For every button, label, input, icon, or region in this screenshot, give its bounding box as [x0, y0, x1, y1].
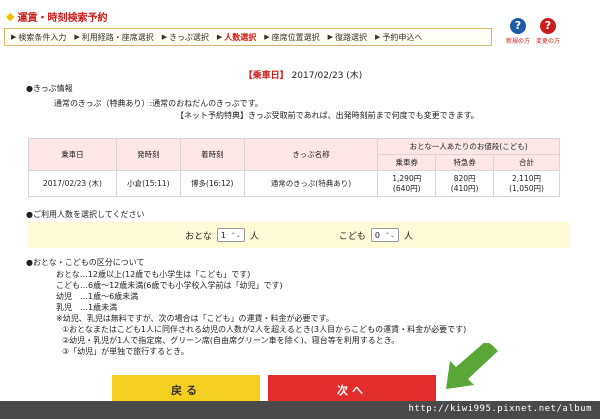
boarding-date: 【乗車日】 2017/02/23 (木)	[18, 68, 588, 81]
progress-steps: ▶ 検索条件入力 ▶ 利用経路・座席選択 ▶ きっぷ選択 ▶ 人数選択 ▶ 座席位置選択 ▶ 復路選択…	[4, 28, 492, 46]
adult-count-group: おとな 1 ⌃⌄ 人	[185, 228, 259, 242]
chevron-updown-icon: ⌃⌄	[384, 231, 395, 239]
fare-child: (640円)	[392, 183, 421, 193]
play-arrow-icon: ▶	[11, 33, 17, 41]
notes-heading: ●おとな・こどもの区分について	[26, 258, 145, 267]
adult-unit: 人	[249, 231, 259, 242]
child-count-group: こども 0 ⌃⌄ 人	[339, 228, 413, 242]
play-arrow-icon: ▶	[74, 33, 80, 41]
express-child: (410円)	[450, 183, 479, 193]
boarding-date-value: 2017/02/23 (木)	[291, 71, 363, 81]
note-line-1: こども…6歳～12歳未満(6歳でも小学校入学前は「幼児」です)	[56, 281, 283, 290]
note-line-7: ③「幼児」が単独で旅行するとき。	[62, 347, 189, 356]
table-header-row: 乗車日 発時刻 着時刻 きっぷ名称 おとな一人あたりのお値段(こども)	[28, 138, 560, 171]
play-arrow-icon: ▶	[161, 33, 168, 41]
note-line-6: ②幼児・乳児が1人で指定席、グリーン席(自由席グリーン車を除く)、寝台等を利用す…	[62, 336, 400, 345]
adult-count-value[interactable]: 1	[221, 231, 226, 240]
play-arrow-icon: ▶	[375, 33, 381, 41]
cell-arrive: 博多(16:12)	[179, 170, 245, 197]
col-arrive: 着時刻	[179, 138, 245, 171]
ticket-info-line2: 【ネット予約特典】きっぷ受取前であれば、出発時刻前まで何度でも変更できます。	[176, 111, 479, 120]
step-label: 座席位置選択	[271, 32, 320, 42]
step-item: ▶ 利用経路・座席選択	[74, 32, 153, 43]
green-arrow-icon	[446, 343, 498, 389]
cell-ticket-name: 通常のきっぷ(特典あり)	[243, 170, 379, 197]
step-label: きっぷ選択	[169, 32, 209, 42]
table-row: 2017/02/23 (木) 小倉(15:11) 博多(16:12) 通常のきっ…	[28, 170, 560, 197]
ticket-info-heading: ●きっぷ情報	[26, 84, 73, 93]
step-item: ▶ 検索条件入力	[11, 32, 66, 43]
col-fare: 乗車券	[377, 154, 437, 171]
play-arrow-icon: ▶	[327, 33, 334, 41]
step-item: ▶ 復路選択	[328, 32, 367, 43]
step-label: 予約申込へ	[382, 32, 423, 42]
fare-adult: 1,290円	[392, 173, 422, 183]
page-title: 運賃・時刻検索予約	[17, 12, 108, 24]
footer-bar: http://kiwi995.pixnet.net/album	[0, 401, 600, 419]
passenger-heading: ●ご利用人数を選択してください	[26, 210, 145, 219]
cell-express: 820円 (410円)	[435, 170, 495, 197]
cell-date: 2017/02/23 (木)	[28, 170, 117, 197]
col-price-group: おとな一人あたりのお値段(こども)	[377, 138, 560, 155]
question-icon[interactable]: ?	[510, 18, 526, 34]
note-line-4: ※幼児、乳児は無料ですが、次の場合は「こども」の運賃・料金が必要です。	[56, 314, 334, 323]
note-line-2: 幼児 …1歳～6歳未満	[56, 292, 139, 301]
ticket-table: 乗車日 発時刻 着時刻 きっぷ名称 おとな一人あたりのお値段(こども) 乗車券 …	[28, 138, 560, 197]
play-arrow-icon: ▶	[216, 33, 223, 41]
step-label: 復路選択	[335, 32, 368, 42]
step-label: 利用経路・座席選択	[81, 32, 154, 42]
cell-fare: 1,290円 (640円)	[377, 170, 437, 197]
question-icon[interactable]: ?	[540, 18, 556, 34]
page-title-row: ◆ 運賃・時刻検索予約	[6, 8, 107, 24]
ticket-info-line1: 通常のきっぷ（特典あり）:通常のおねだんのきっぷです。	[54, 99, 263, 108]
note-line-3: 乳児 …1歳未満	[56, 303, 118, 312]
child-count-select[interactable]: 0 ⌃⌄	[370, 228, 399, 242]
header-bar: ◆ 運賃・時刻検索予約 ▶ 検索条件入力 ▶ 利用経路・座席選択 ▶ きっぷ選択 ▶ 人数選択…	[0, 0, 600, 56]
boarding-date-label: 【乗車日】	[243, 71, 289, 81]
col-express: 特急券	[435, 154, 495, 171]
step-label: 検索条件入力	[18, 32, 67, 42]
chevron-updown-icon: ⌃⌄	[230, 231, 241, 239]
child-label: こども	[338, 231, 366, 242]
col-depart: 発時刻	[115, 138, 181, 171]
child-count-value[interactable]: 0	[375, 231, 380, 240]
note-line-0: おとな…12歳以上(12歳でも小学生は「こども」です)	[56, 270, 251, 279]
total-child: (1,050円)	[509, 183, 544, 193]
col-date: 乗車日	[28, 138, 117, 171]
passenger-count-box: おとな 1 ⌃⌄ 人 こども 0 ⌃⌄ 人	[28, 222, 570, 248]
step-item: ▶ 座席位置選択	[264, 32, 319, 43]
step-item: ▶ きっぷ選択	[162, 32, 209, 43]
watermark-url: http://kiwi995.pixnet.net/album	[408, 404, 592, 414]
help-change-user[interactable]: ? 変更の方	[530, 18, 566, 45]
diamond-icon: ◆	[6, 9, 15, 23]
play-arrow-icon: ▶	[264, 33, 270, 41]
adult-count-select[interactable]: 1 ⌃⌄	[216, 228, 245, 242]
express-adult: 820円	[453, 173, 476, 183]
step-item: ▶ 人数選択	[217, 32, 256, 43]
col-total: 合計	[493, 154, 560, 171]
step-label: 人数選択	[224, 32, 257, 42]
note-line-5: ①おとなまたはこども1人に同伴される幼児の人数が2人を超えるとき(3人目からこど…	[62, 325, 467, 334]
child-unit: 人	[403, 231, 413, 242]
step-item: ▶ 予約申込へ	[375, 32, 422, 43]
total-adult: 2,110円	[512, 173, 542, 183]
help-change-label[interactable]: 変更の方	[530, 36, 566, 45]
cell-depart: 小倉(15:11)	[115, 170, 181, 197]
cell-total: 2,110円 (1,050円)	[493, 170, 560, 197]
col-ticket-name: きっぷ名称	[243, 138, 379, 171]
adult-label: おとな	[185, 231, 212, 242]
